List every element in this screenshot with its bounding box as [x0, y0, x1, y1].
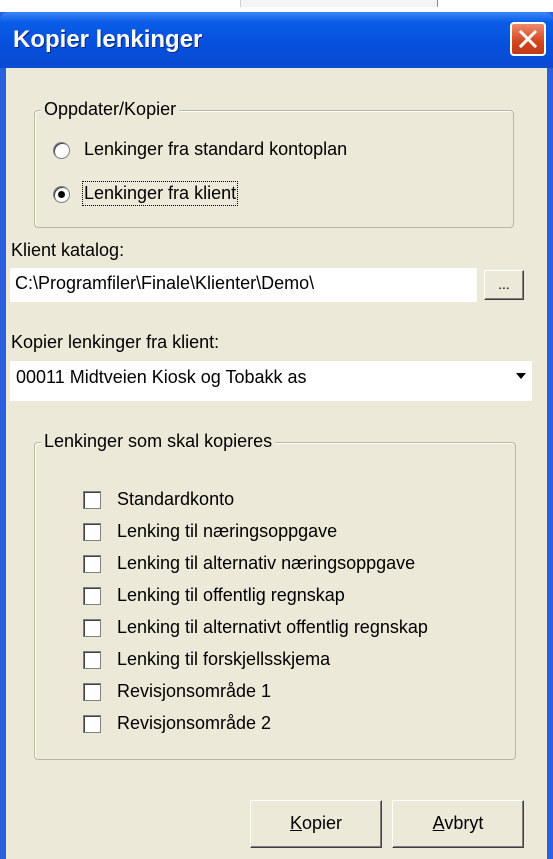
checkbox-business-return[interactable] [83, 523, 101, 541]
update-copy-group: Oppdater/Kopier Lenkinger fra standard k… [34, 99, 514, 228]
radio-from-client-label[interactable]: Lenkinger fra klient [81, 181, 239, 206]
checkbox-difference-schedule-label[interactable]: Lenking til forskjellsskjema [117, 649, 330, 670]
copy-from-client-label: Kopier lenkinger fra klient: [11, 332, 220, 352]
checkbox-audit-area-1[interactable] [83, 683, 101, 701]
close-button[interactable] [510, 22, 546, 56]
copy-button-mnemonic: K [289, 813, 302, 833]
checkbox-alt-business-return[interactable] [83, 555, 101, 573]
checkbox-audit-area-2-label[interactable]: Revisjonsområde 2 [117, 713, 271, 734]
checkbox-public-accounts-label[interactable]: Lenking til offentlig regnskap [117, 585, 345, 606]
checkbox-standard-account-label[interactable]: Standardkonto [117, 489, 234, 510]
cancel-button[interactable]: Avbryt [392, 800, 524, 848]
cancel-button-mnemonic: A [432, 813, 445, 833]
update-copy-legend: Oppdater/Kopier [41, 99, 180, 120]
client-select-value: 00011 Midtveien Kiosk og Tobakk as [16, 367, 307, 387]
radio-from-client[interactable] [53, 186, 70, 203]
copy-button-label: opier [301, 813, 343, 833]
radio-selected-dot [58, 191, 65, 198]
close-icon [519, 30, 537, 48]
links-to-copy-legend: Lenkinger som skal kopieres [41, 431, 276, 452]
client-folder-field[interactable]: C:\Programfiler\Finale\Klienter\Demo\ [10, 268, 477, 302]
cancel-button-label: vbryt [444, 813, 484, 833]
copy-button[interactable]: Kopier [250, 800, 382, 848]
chevron-down-icon[interactable] [516, 373, 526, 379]
checkbox-public-accounts[interactable] [83, 587, 101, 605]
browse-folder-button[interactable]: ... [484, 270, 524, 300]
checkbox-alt-public-accounts-label[interactable]: Lenking til alternativt offentlig regnsk… [117, 617, 428, 638]
radio-standard-chart[interactable] [53, 142, 70, 159]
background-strip [0, 0, 553, 12]
client-select[interactable]: 00011 Midtveien Kiosk og Tobakk as [10, 361, 532, 401]
window-title: Kopier lenkinger [13, 26, 203, 53]
checkbox-alt-public-accounts[interactable] [83, 619, 101, 637]
title-bar[interactable]: Kopier lenkinger [0, 12, 553, 68]
checkbox-business-return-label[interactable]: Lenking til næringsoppgave [117, 521, 337, 542]
client-folder-label: Klient katalog: [11, 240, 125, 260]
dialog-client-area: Oppdater/Kopier Lenkinger fra standard k… [6, 68, 547, 859]
checkbox-difference-schedule[interactable] [83, 651, 101, 669]
links-to-copy-group: Lenkinger som skal kopieres Standardkont… [34, 431, 516, 760]
dialog-window: Kopier lenkinger Oppdater/Kopier Lenking… [0, 12, 553, 859]
radio-standard-chart-label[interactable]: Lenkinger fra standard kontoplan [84, 139, 347, 160]
checkbox-audit-area-1-label[interactable]: Revisjonsområde 1 [117, 681, 271, 702]
checkbox-audit-area-2[interactable] [83, 715, 101, 733]
background-window-edge [240, 0, 438, 7]
checkbox-standard-account[interactable] [83, 491, 101, 509]
checkbox-alt-business-return-label[interactable]: Lenking til alternativ næringsoppgave [117, 553, 415, 574]
browse-folder-label: ... [498, 276, 510, 292]
